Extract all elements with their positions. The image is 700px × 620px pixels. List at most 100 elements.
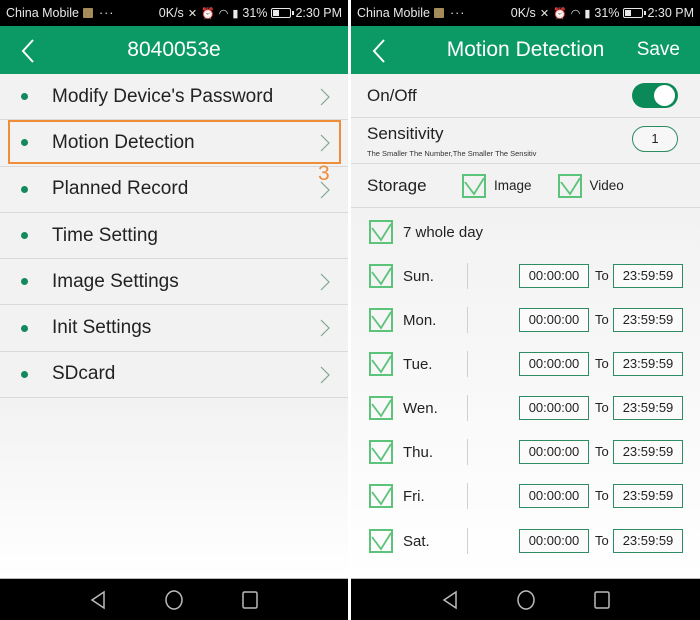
checkmark-icon bbox=[371, 223, 391, 242]
menu-item-time-setting[interactable]: Time Setting bbox=[0, 212, 348, 260]
nav-home-button[interactable] bbox=[515, 589, 537, 611]
divider bbox=[467, 528, 468, 554]
divider bbox=[467, 395, 468, 421]
back-arrow-icon bbox=[21, 39, 34, 63]
start-time-input[interactable]: 00:00:00 bbox=[519, 529, 589, 553]
alarm-icon: ⏰ bbox=[553, 7, 567, 20]
wifi-icon: ◠ bbox=[570, 7, 581, 20]
divider bbox=[467, 351, 468, 377]
chevron-right-icon bbox=[320, 320, 330, 337]
start-time-input[interactable]: 00:00:00 bbox=[519, 396, 589, 420]
on-off-label: On/Off bbox=[367, 85, 417, 105]
nav-recents-button[interactable] bbox=[591, 589, 613, 611]
chevron-right-icon bbox=[320, 273, 330, 291]
triangle-back-icon bbox=[442, 590, 457, 609]
day-checkbox[interactable] bbox=[369, 352, 393, 376]
day-checkbox[interactable] bbox=[369, 484, 393, 508]
divider bbox=[467, 483, 468, 509]
image-checkbox[interactable] bbox=[462, 173, 486, 198]
schedule-section: 7 whole day Sun. 00:00:00 To 23:59:59 Mo… bbox=[351, 210, 700, 578]
whole-day-option[interactable]: 7 whole day bbox=[369, 220, 483, 244]
day-checkbox[interactable] bbox=[369, 308, 393, 332]
start-time-input[interactable]: 00:00:00 bbox=[519, 440, 589, 464]
back-button[interactable] bbox=[369, 38, 391, 64]
alarm-icon: ⏰ bbox=[201, 7, 215, 20]
image-option-label: Image bbox=[494, 178, 532, 193]
to-label: To bbox=[595, 533, 609, 548]
day-checkbox[interactable] bbox=[369, 396, 393, 420]
menu-item-sdcard[interactable]: SDcard bbox=[0, 351, 348, 399]
status-bar: China Mobile ··· 0K/s ✕ ⏰ ◠ ▮ 31% 2:30 P… bbox=[0, 0, 348, 26]
day-checkbox[interactable] bbox=[369, 529, 393, 553]
day-row-sat: Sat. 00:00:00 To 23:59:59 bbox=[369, 526, 700, 556]
back-button[interactable] bbox=[18, 38, 40, 64]
menu-item-image-settings[interactable]: Image Settings bbox=[0, 259, 348, 306]
start-time-input[interactable]: 00:00:00 bbox=[519, 484, 589, 508]
page-title: 8040053e bbox=[127, 38, 221, 61]
menu-item-label: Planned Record bbox=[52, 178, 189, 200]
end-time-input[interactable]: 23:59:59 bbox=[613, 264, 683, 288]
bullet-icon bbox=[21, 232, 28, 240]
end-time-input[interactable]: 23:59:59 bbox=[613, 484, 683, 508]
sensitivity-label: Sensitivity bbox=[367, 124, 444, 143]
sensitivity-input[interactable]: 1 bbox=[632, 126, 678, 152]
checkmark-icon bbox=[371, 443, 391, 462]
menu-item-motion-detection[interactable]: Motion Detection bbox=[0, 120, 348, 167]
end-time-input[interactable]: 23:59:59 bbox=[613, 529, 683, 553]
start-time-input[interactable]: 00:00:00 bbox=[519, 308, 589, 332]
status-bar: China Mobile ··· 0K/s ✕ ⏰ ◠ ▮ 31% 2:30 P… bbox=[351, 0, 700, 26]
storage-video-option[interactable]: Video bbox=[557, 173, 624, 198]
video-checkbox[interactable] bbox=[557, 173, 582, 198]
nav-home-button[interactable] bbox=[163, 589, 185, 611]
notification-icon bbox=[433, 8, 444, 18]
nav-recents-button[interactable] bbox=[239, 589, 261, 611]
menu-item-planned-record[interactable]: Planned Record bbox=[0, 166, 348, 213]
sensitivity-row: Sensitivity The Smaller The Number,The S… bbox=[351, 118, 700, 164]
clock: 2:30 PM bbox=[295, 6, 342, 20]
whole-day-checkbox[interactable] bbox=[369, 220, 393, 244]
storage-row: Storage Image Video bbox=[351, 164, 700, 208]
clock: 2:30 PM bbox=[647, 6, 694, 20]
end-time-input[interactable]: 23:59:59 bbox=[613, 352, 683, 376]
day-checkbox[interactable] bbox=[369, 440, 393, 464]
battery-percent: 31% bbox=[242, 6, 268, 20]
bullet-icon bbox=[21, 370, 28, 378]
menu-item-init-settings[interactable]: Init Settings bbox=[0, 305, 348, 352]
save-button[interactable]: Save bbox=[637, 39, 680, 61]
storage-label: Storage bbox=[367, 175, 427, 195]
back-arrow-icon bbox=[372, 39, 385, 63]
carrier-label: China Mobile bbox=[6, 6, 79, 20]
start-time-input[interactable]: 00:00:00 bbox=[519, 264, 589, 288]
nav-back-button[interactable] bbox=[439, 589, 461, 611]
whole-day-label: 7 whole day bbox=[403, 223, 484, 241]
more-notifications-icon: ··· bbox=[449, 6, 466, 20]
storage-image-option[interactable]: Image bbox=[462, 173, 532, 198]
to-label: To bbox=[595, 268, 609, 283]
day-row-sun: Sun. 00:00:00 To 23:59:59 bbox=[369, 261, 700, 291]
toggle-knob bbox=[654, 85, 675, 106]
bullet-icon bbox=[21, 324, 28, 332]
end-time-input[interactable]: 23:59:59 bbox=[613, 440, 683, 464]
nav-back-button[interactable] bbox=[87, 589, 109, 611]
menu-item-label: Modify Device's Password bbox=[52, 85, 274, 107]
checkmark-icon bbox=[371, 532, 391, 551]
motion-detection-toggle[interactable] bbox=[632, 83, 678, 108]
start-time-input[interactable]: 00:00:00 bbox=[519, 352, 589, 376]
day-checkbox[interactable] bbox=[369, 264, 393, 288]
menu-item-label: Init Settings bbox=[52, 317, 152, 339]
square-recents-icon bbox=[242, 590, 258, 609]
app-bar: Motion Detection Save bbox=[351, 26, 700, 74]
end-time-input[interactable]: 23:59:59 bbox=[613, 396, 683, 420]
menu-item-modify-password[interactable]: Modify Device's Password bbox=[0, 74, 348, 121]
menu-item-label: Time Setting bbox=[52, 224, 158, 246]
battery-percent: 31% bbox=[594, 6, 620, 20]
divider bbox=[467, 263, 468, 289]
end-time-input[interactable]: 23:59:59 bbox=[613, 308, 683, 332]
checkmark-icon bbox=[371, 311, 391, 330]
day-label: Wen. bbox=[403, 399, 438, 417]
checkmark-icon bbox=[371, 355, 391, 374]
empty-area bbox=[0, 398, 348, 578]
checkmark-icon bbox=[559, 177, 580, 196]
mute-icon: ✕ bbox=[539, 7, 550, 20]
day-row-mon: Mon. 00:00:00 To 23:59:59 bbox=[369, 305, 700, 335]
